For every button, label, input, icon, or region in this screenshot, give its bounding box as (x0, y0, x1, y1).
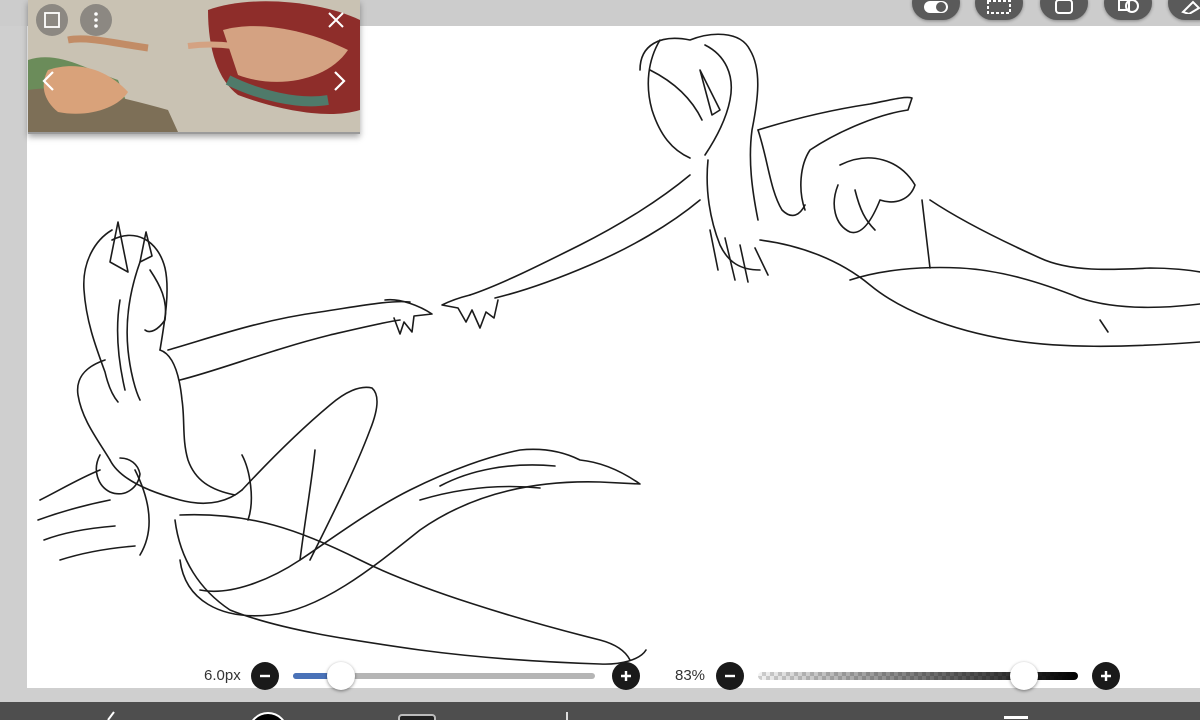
color-swatch[interactable] (248, 712, 288, 720)
toggle-tool-button[interactable] (912, 0, 960, 20)
ruler-tool-button[interactable] (1168, 0, 1200, 20)
toggle-icon (924, 1, 948, 13)
layer-tool-button[interactable] (1040, 0, 1088, 20)
brush-size-value: 6.0px (204, 667, 241, 684)
reference-image-window[interactable] (28, 0, 360, 134)
minus-icon (725, 674, 735, 678)
brush-icon[interactable] (562, 712, 572, 720)
minus-icon (260, 674, 270, 678)
close-reference-button[interactable] (322, 6, 350, 34)
plus-icon (621, 671, 631, 681)
bottom-toolbar (0, 702, 1200, 720)
previous-image-button[interactable] (34, 66, 64, 96)
drawing-app: 6.0px 83% (0, 0, 1200, 720)
shape-icon (1118, 0, 1139, 13)
ruler-icon (1181, 0, 1200, 14)
menu-icon[interactable] (1004, 716, 1028, 720)
selection-tool-button[interactable] (975, 0, 1023, 20)
opacity-increase-button[interactable] (1092, 662, 1120, 690)
undo-icon[interactable] (104, 710, 124, 720)
chevron-right-icon (334, 71, 346, 91)
shape-tool-button[interactable] (1104, 0, 1152, 20)
more-vertical-icon (94, 12, 98, 28)
more-options-button[interactable] (80, 4, 112, 36)
frame-button[interactable] (36, 4, 68, 36)
layer-icon (1055, 0, 1073, 14)
close-icon (328, 12, 344, 28)
brush-opacity-value: 83% (675, 667, 706, 684)
chevron-left-icon (42, 71, 54, 91)
plus-icon (1101, 671, 1111, 681)
painting-thumbnail (28, 0, 360, 132)
brush-size-decrease-button[interactable] (251, 662, 279, 690)
opacity-decrease-button[interactable] (716, 662, 744, 690)
next-image-button[interactable] (324, 66, 354, 96)
frame-icon (44, 12, 60, 28)
layers-icon[interactable] (398, 714, 436, 720)
selection-icon (987, 0, 1011, 14)
opacity-slider-handle[interactable] (1009, 662, 1038, 690)
brush-size-increase-button[interactable] (612, 662, 640, 690)
